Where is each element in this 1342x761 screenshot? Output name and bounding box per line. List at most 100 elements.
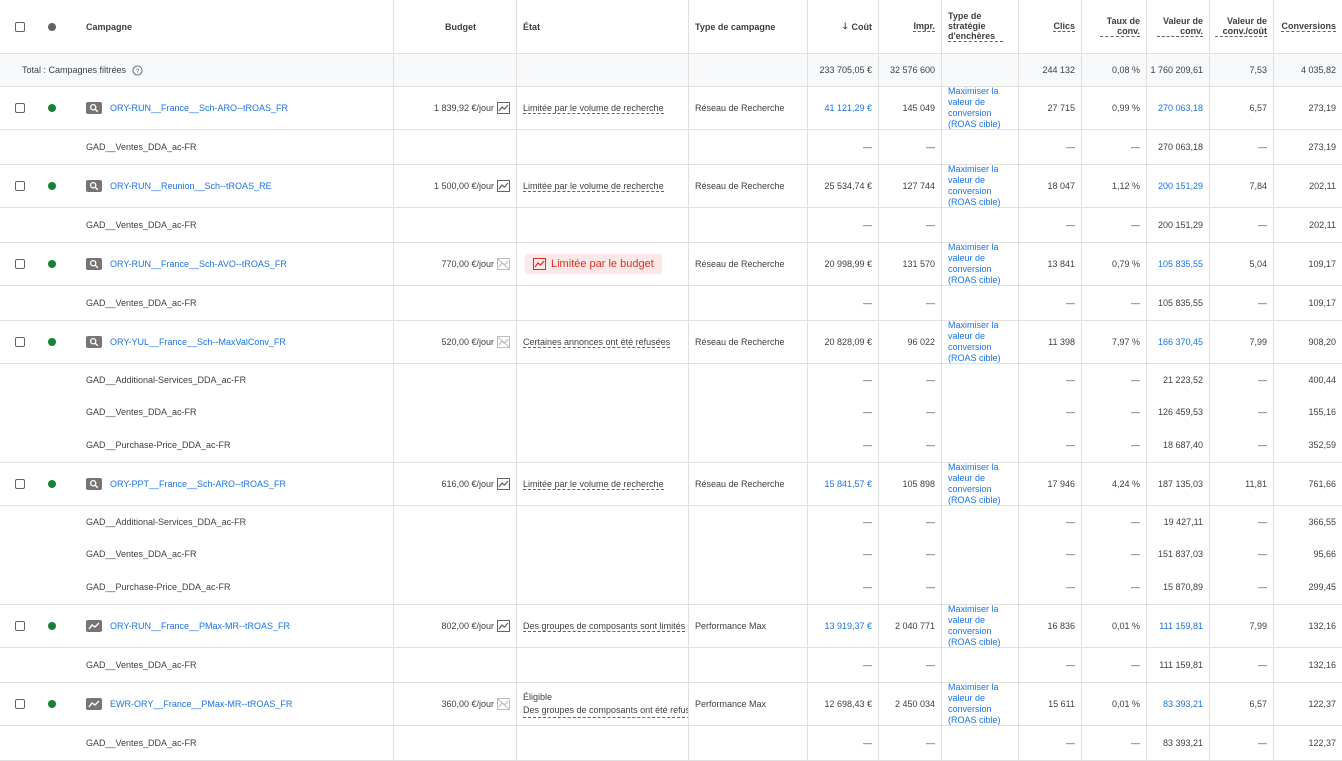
state-text[interactable]: Limitée par le volume de recherche: [523, 103, 664, 114]
header-conv-value[interactable]: Valeur de conv.: [1147, 0, 1210, 53]
asset-group-row[interactable]: GAD__Ventes_DDA_ac-FR — — — — 105 835,55 — 109,…: [0, 286, 1342, 321]
status-enabled-dot[interactable]: [48, 182, 56, 190]
limited-budget-badge[interactable]: Limitée par le budget: [525, 254, 662, 274]
row-checkbox[interactable]: [15, 479, 25, 489]
header-strategy[interactable]: Type de stratégie d'enchères: [942, 0, 1019, 53]
cost-value[interactable]: 13 919,37 €: [824, 621, 872, 631]
asset-group-row[interactable]: GAD__Additional-Services_DDA_ac-FR — — — — 21…: [0, 364, 1342, 396]
select-all-checkbox[interactable]: [15, 21, 25, 32]
header-campaign-type[interactable]: Type de campagne: [689, 0, 808, 53]
row-checkbox[interactable]: [15, 337, 25, 347]
header-value-cost[interactable]: Valeur de conv./coût: [1210, 0, 1274, 53]
clicks-cell: —: [1019, 648, 1082, 682]
row-checkbox[interactable]: [15, 103, 25, 113]
budget-trend-off-icon[interactable]: [497, 258, 510, 270]
campaign-name-link[interactable]: EWR-ORY__France__PMax-MR--tROAS_FR: [110, 699, 292, 709]
asset-group-row[interactable]: GAD__Ventes_DDA_ac-FR — — — — 151 837,03 — 95,6…: [0, 538, 1342, 570]
strategy-link[interactable]: Maximiser la valeur de conversion (ROAS …: [948, 321, 1010, 363]
budget-trend-icon[interactable]: [497, 102, 510, 114]
row-select-cell: [0, 506, 40, 538]
row-checkbox[interactable]: [15, 621, 25, 631]
budget-trend-off-icon[interactable]: [497, 336, 510, 348]
status-header-cell: [40, 0, 64, 53]
campaign-row[interactable]: ORY-RUN__France__Sch-AVO--tROAS_FR 770,00…: [0, 243, 1342, 286]
budget-trend-icon[interactable]: [497, 620, 510, 632]
strategy-link[interactable]: Maximiser la valeur de conversion (ROAS …: [948, 605, 1010, 647]
status-enabled-dot[interactable]: [48, 480, 56, 488]
conv-value[interactable]: 166 370,45: [1158, 337, 1203, 347]
status-enabled-dot[interactable]: [48, 260, 56, 268]
strategy-link[interactable]: Maximiser la valeur de conversion (ROAS …: [948, 683, 1010, 725]
cost-value[interactable]: 41 121,29 €: [824, 103, 872, 113]
cost-empty: —: [863, 582, 872, 592]
header-cost[interactable]: 🡓 Coût: [808, 0, 879, 53]
conv-value[interactable]: 200 151,29: [1158, 181, 1203, 191]
state-text[interactable]: Limitée par le volume de recherche: [523, 479, 664, 490]
status-enabled-dot[interactable]: [48, 338, 56, 346]
campaign-row[interactable]: ORY-RUN__France__Sch-ARO--tROAS_FR 1 839,…: [0, 87, 1342, 130]
row-checkbox[interactable]: [15, 259, 25, 269]
asset-group-row[interactable]: GAD__Ventes_DDA_ac-FR — — — — 200 151,29 — 202,…: [0, 208, 1342, 243]
conv-value[interactable]: 83 393,21: [1163, 699, 1203, 709]
conv-value[interactable]: 105 835,55: [1158, 259, 1203, 269]
row-checkbox[interactable]: [15, 181, 25, 191]
state-text[interactable]: Limitée par le volume de recherche: [523, 181, 664, 192]
asset-group-row[interactable]: GAD__Ventes_DDA_ac-FR — — — — 126 459,53 — 155,…: [0, 396, 1342, 428]
campaign-name-link[interactable]: ORY-PPT__France__Sch-ARO--tROAS_FR: [110, 479, 286, 489]
header-conversions[interactable]: Conversions: [1274, 0, 1342, 53]
strategy-link[interactable]: Maximiser la valeur de conversion (ROAS …: [948, 165, 1010, 207]
header-campaign[interactable]: Campagne: [80, 0, 394, 53]
strategy-link[interactable]: Maximiser la valeur de conversion (ROAS …: [948, 243, 1010, 285]
budget-cell: [394, 286, 517, 320]
help-icon[interactable]: ?: [132, 64, 143, 76]
campaign-row[interactable]: ORY-PPT__France__Sch-ARO--tROAS_FR 616,00…: [0, 463, 1342, 506]
campaign-name-link[interactable]: ORY-RUN__France__Sch-AVO--tROAS_FR: [110, 259, 287, 269]
state-text[interactable]: Certaines annonces ont été refusées: [523, 337, 671, 348]
asset-group-row[interactable]: GAD__Additional-Services_DDA_ac-FR — — — — 19…: [0, 506, 1342, 538]
state-cell: [517, 570, 689, 604]
campaign-row[interactable]: EWR-ORY__France__PMax-MR--tROAS_FR 360,00…: [0, 683, 1342, 726]
header-clicks[interactable]: Clics: [1019, 0, 1082, 53]
strategy-link[interactable]: Maximiser la valeur de conversion (ROAS …: [948, 87, 1010, 129]
campaign-row[interactable]: ORY-RUN__Reunion__Sch--tROAS_RE 1 500,00 …: [0, 165, 1342, 208]
row-checkbox[interactable]: [15, 699, 25, 709]
strategy-link[interactable]: Maximiser la valeur de conversion (ROAS …: [948, 463, 1010, 505]
campaign-row[interactable]: ORY-YUL__France__Sch--MaxValConv_FR 520,0…: [0, 321, 1342, 364]
budget-trend-off-icon[interactable]: [497, 698, 510, 710]
conv-value[interactable]: 270 063,18: [1158, 103, 1203, 113]
asset-group-row[interactable]: GAD__Ventes_DDA_ac-FR — — — — 270 063,18 — 273,…: [0, 130, 1342, 165]
conv-value[interactable]: 111 159,81: [1159, 621, 1203, 631]
asset-group-name: GAD__Ventes_DDA_ac-FR: [86, 738, 197, 748]
status-enabled-dot[interactable]: [48, 104, 56, 112]
state-detail-text[interactable]: Des groupes de composants ont été refusé…: [523, 704, 688, 718]
cost-value[interactable]: 15 841,57 €: [824, 479, 872, 489]
asset-group-row[interactable]: GAD__Ventes_DDA_ac-FR — — — — 111 159,81 — 132,…: [0, 648, 1342, 683]
conv-value-cell: 111 159,81: [1147, 605, 1210, 647]
state-text[interactable]: Des groupes de composants sont limités: [523, 621, 686, 632]
value-cost-empty: —: [1258, 549, 1267, 559]
campaign-type-cell: [689, 286, 808, 320]
sort-down-icon[interactable]: 🡓: [843, 19, 848, 35]
asset-group-row[interactable]: GAD__Ventes_DDA_ac-FR — — — — 83 393,21 — 122,3…: [0, 726, 1342, 761]
campaign-name-link[interactable]: ORY-RUN__France__Sch-ARO--tROAS_FR: [110, 103, 288, 113]
asset-group-row[interactable]: GAD__Purchase-Price_DDA_ac-FR — — — — 18 687,…: [0, 428, 1342, 463]
header-impr[interactable]: Impr.: [879, 0, 942, 53]
status-dot-icon[interactable]: [48, 22, 56, 31]
campaign-name-link[interactable]: ORY-RUN__France__PMax-MR--tROAS_FR: [110, 621, 290, 631]
budget-trend-icon[interactable]: [497, 478, 510, 490]
total-conv-rate: 0,08 %: [1082, 54, 1147, 86]
asset-group-row[interactable]: GAD__Purchase-Price_DDA_ac-FR — — — — 15 870,…: [0, 570, 1342, 605]
campaign-row[interactable]: ORY-RUN__France__PMax-MR--tROAS_FR 802,00…: [0, 605, 1342, 648]
status-enabled-dot[interactable]: [48, 622, 56, 630]
header-conv-rate[interactable]: Taux de conv.: [1082, 0, 1147, 53]
conversions-cell: 761,66: [1274, 463, 1342, 505]
campaign-name-link[interactable]: ORY-RUN__Reunion__Sch--tROAS_RE: [110, 181, 272, 191]
status-enabled-dot[interactable]: [48, 700, 56, 708]
campaign-name-link[interactable]: ORY-YUL__France__Sch--MaxValConv_FR: [110, 337, 286, 347]
campaign-type-cell: Réseau de Recherche: [689, 243, 808, 285]
header-state[interactable]: État: [517, 0, 689, 53]
pmax-campaign-icon: [86, 698, 102, 710]
header-budget[interactable]: Budget: [394, 0, 517, 53]
cost-cell: —: [808, 396, 879, 428]
budget-trend-icon[interactable]: [497, 180, 510, 192]
